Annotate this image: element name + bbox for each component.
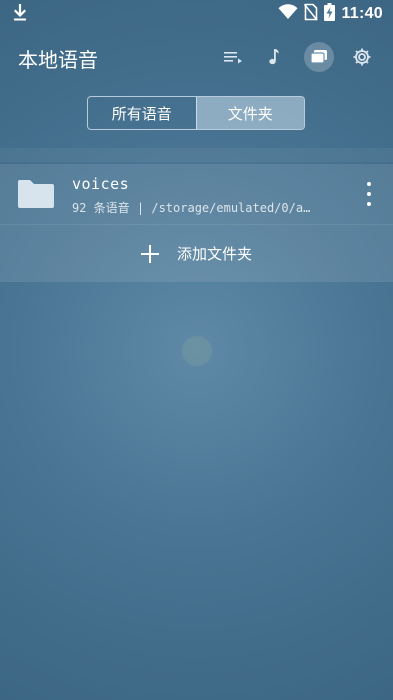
app-bar: 本地语音 bbox=[0, 28, 393, 86]
settings-icon[interactable] bbox=[348, 43, 376, 71]
music-note-icon[interactable] bbox=[260, 43, 288, 71]
folder-icon bbox=[16, 178, 56, 214]
no-sim-icon bbox=[304, 3, 319, 25]
more-options-icon[interactable] bbox=[363, 182, 375, 206]
tab-all-voices[interactable]: 所有语音 bbox=[88, 97, 196, 129]
view-tabs: 所有语音 文件夹 bbox=[87, 96, 305, 130]
folder-meta: 92 条语音 | /storage/emulated/0/a… bbox=[72, 201, 311, 215]
status-time: 11:40 bbox=[341, 5, 383, 22]
list-item[interactable]: voices 92 条语音 | /storage/emulated/0/a… bbox=[0, 164, 393, 224]
download-icon bbox=[12, 3, 28, 26]
status-bar: 11:40 bbox=[0, 0, 393, 28]
list-header-spacer bbox=[0, 148, 393, 162]
folder-stack-icon[interactable] bbox=[304, 42, 334, 72]
add-folder-label: 添加文件夹 bbox=[176, 245, 252, 263]
plus-icon bbox=[140, 244, 159, 263]
add-folder-button[interactable]: 添加文件夹 bbox=[0, 225, 393, 282]
background-watermark bbox=[182, 336, 212, 366]
folder-name: voices bbox=[72, 175, 130, 193]
tab-folders[interactable]: 文件夹 bbox=[195, 97, 304, 129]
battery-charging-icon bbox=[324, 3, 336, 25]
playlist-icon[interactable] bbox=[219, 43, 247, 71]
page-title: 本地语音 bbox=[18, 48, 98, 72]
wifi-icon bbox=[278, 4, 298, 24]
